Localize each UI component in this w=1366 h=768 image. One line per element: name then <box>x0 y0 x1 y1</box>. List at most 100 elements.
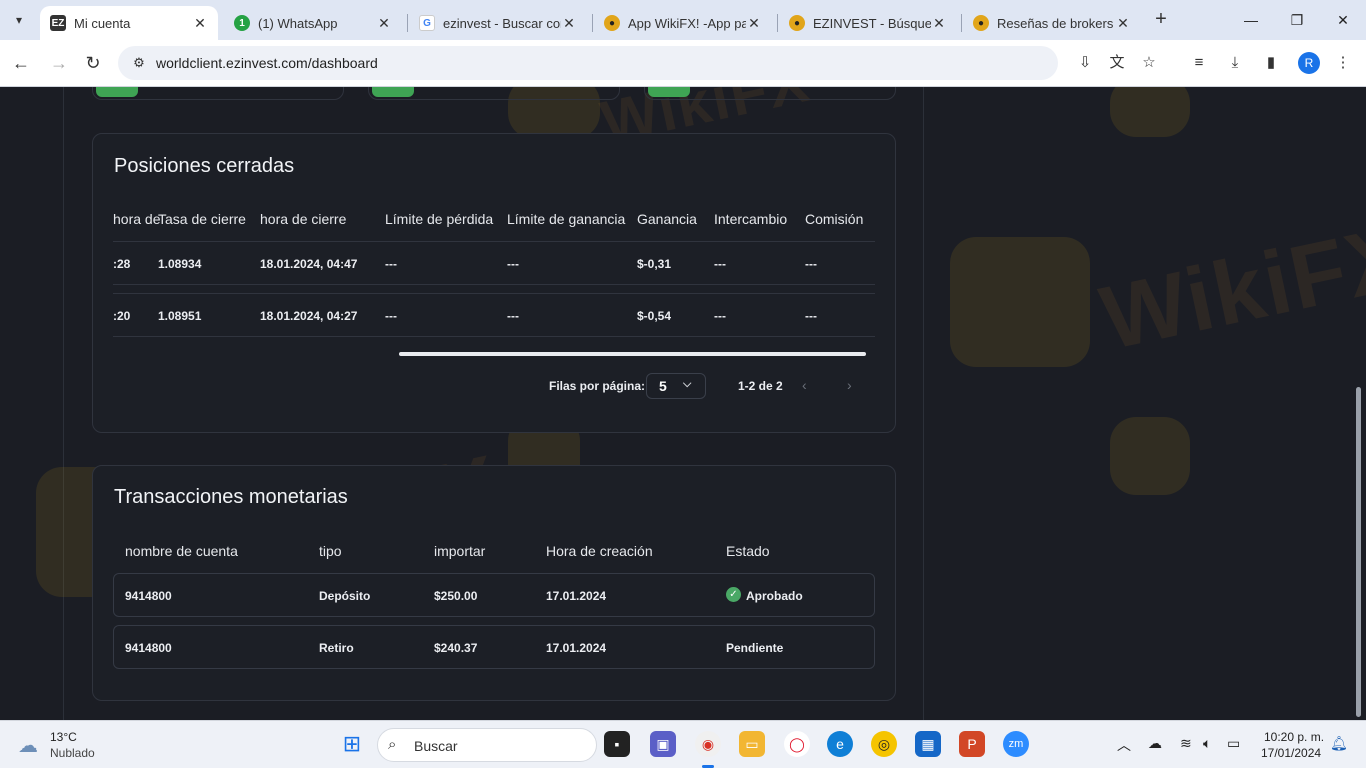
url-text[interactable]: worldclient.ezinvest.com/dashboard <box>156 55 378 71</box>
rows-per-page-label: Filas por página: <box>549 379 646 393</box>
opera-icon[interactable]: ◯ <box>784 731 810 757</box>
zoom-icon[interactable]: zm <box>1003 731 1029 757</box>
close-tab-icon[interactable]: ✕ <box>376 15 392 32</box>
column-header[interactable]: Límite de pérdida <box>385 211 493 227</box>
reload-icon[interactable]: ↻ <box>80 50 106 76</box>
back-arrow-icon[interactable]: ← <box>8 50 34 76</box>
rows-per-page-select[interactable]: 5 ⌵ <box>646 373 706 399</box>
clock-time[interactable]: 10:20 p. m. <box>1264 730 1324 744</box>
show-hidden-icons-chevron-icon[interactable]: ︿ <box>1117 735 1131 755</box>
edge-icon[interactable]: e <box>827 731 853 757</box>
bookmark-star-icon[interactable]: ☆ <box>1138 52 1160 74</box>
more-menu-icon[interactable]: ⋮ <box>1332 52 1354 74</box>
tab-google-search[interactable]: G ezinvest - Buscar con ✕ <box>409 6 587 40</box>
powerpoint-icon[interactable]: P <box>959 731 985 757</box>
forward-arrow-icon[interactable]: → <box>46 50 72 76</box>
notification-bell-icon[interactable]: 🔔︎ <box>1330 735 1348 752</box>
close-tab-icon[interactable]: ✕ <box>192 15 208 32</box>
taskbar-search-box[interactable]: ⌕ Buscar <box>377 728 597 762</box>
closed-positions-title: Posiciones cerradas <box>114 155 295 177</box>
close-time-cell: 18.01.2024, 04:47 <box>260 257 358 271</box>
row-divider <box>113 241 875 242</box>
close-tab-icon[interactable]: ✕ <box>931 15 947 32</box>
weather-temperature[interactable]: 13°C <box>50 730 77 744</box>
tab-search-menu-icon[interactable]: ▾ <box>6 8 32 32</box>
google-favicon-icon: G <box>419 15 435 31</box>
volume-icon[interactable]: 🔈︎ <box>1203 735 1211 752</box>
column-header: nombre de cuenta <box>125 543 238 559</box>
search-icon: ⌕ <box>388 736 397 753</box>
downloads-icon[interactable]: ⤓ <box>1224 52 1246 74</box>
tab-divider <box>777 14 778 32</box>
next-page-icon[interactable]: › <box>847 377 852 393</box>
open-time-cell: :20 <box>113 309 131 323</box>
teams-chat-icon[interactable]: ▣ <box>650 731 676 757</box>
amount-cell: $250.00 <box>434 589 478 603</box>
swap-cell: --- <box>714 257 726 271</box>
tab-broker-reviews[interactable]: ● Reseñas de brokers d ✕ <box>963 6 1141 40</box>
column-header[interactable]: hora de cierre <box>260 211 346 227</box>
profile-avatar[interactable]: R <box>1298 52 1320 74</box>
tab-strip: ▾ EZ Mi cuenta ✕ 1 (1) WhatsApp ✕ G ezin… <box>0 0 1366 40</box>
column-header: importar <box>434 543 486 559</box>
take-profit-cell: --- <box>507 309 519 323</box>
restore-icon[interactable]: ❐ <box>1274 6 1320 34</box>
ezinvest-favicon-icon: EZ <box>50 15 66 31</box>
type-cell: Depósito <box>319 589 371 603</box>
column-header[interactable]: Ganancia <box>637 211 697 227</box>
site-settings-icon[interactable]: ⚙ <box>130 54 148 72</box>
row-divider <box>113 284 875 285</box>
onedrive-cloud-icon[interactable]: ☁ <box>1148 735 1162 752</box>
browser-toolbar: ← → ↻ ⚙ worldclient.ezinvest.com/dashboa… <box>0 40 1366 87</box>
windows-taskbar: ☁ 13°C Nublado ⊞ ⌕ Buscar ▪ ▣ ◉ ▭ ◯ e ◎ … <box>0 720 1366 768</box>
tab-mi-cuenta[interactable]: EZ Mi cuenta ✕ <box>40 6 218 40</box>
task-view-icon[interactable]: ▪ <box>604 731 630 757</box>
battery-icon[interactable]: ▭ <box>1227 735 1240 752</box>
left-divider <box>63 87 64 720</box>
summary-chip <box>96 87 138 97</box>
previous-page-icon[interactable]: ‹ <box>802 377 807 393</box>
chrome-canary-icon[interactable]: ◎ <box>871 731 897 757</box>
translate-icon[interactable]: 文 <box>1106 52 1128 74</box>
created-cell: 17.01.2024 <box>546 641 607 655</box>
close-time-cell: 18.01.2024, 04:27 <box>260 309 358 323</box>
rows-per-page-value: 5 <box>659 378 667 394</box>
tab-title: EZINVEST - Búsqueda <box>813 15 931 31</box>
column-header[interactable]: Tasa de cierre <box>158 211 246 227</box>
address-bar[interactable]: ⚙ worldclient.ezinvest.com/dashboard <box>118 46 1058 80</box>
wifi-icon[interactable]: ≋ <box>1180 735 1192 752</box>
column-header[interactable]: hora de <box>113 211 160 227</box>
chrome-icon[interactable]: ◉ <box>695 731 721 757</box>
microsoft-store-icon[interactable]: ▦ <box>915 731 941 757</box>
media-queue-icon[interactable]: ≡ <box>1188 52 1210 74</box>
tab-wikifx-app[interactable]: ● App WikiFX! -App pa ✕ <box>594 6 772 40</box>
tab-divider <box>961 14 962 32</box>
column-header: Estado <box>726 543 770 559</box>
side-panel-icon[interactable]: ▮ <box>1260 52 1282 74</box>
file-explorer-icon[interactable]: ▭ <box>739 731 765 757</box>
cloud-icon[interactable]: ☁ <box>18 733 38 758</box>
weather-description[interactable]: Nublado <box>50 746 95 760</box>
close-tab-icon[interactable]: ✕ <box>1115 15 1131 32</box>
close-tab-icon[interactable]: ✕ <box>746 15 762 32</box>
table-horizontal-scrollbar[interactable] <box>399 352 866 356</box>
tab-whatsapp[interactable]: 1 (1) WhatsApp ✕ <box>224 6 402 40</box>
new-tab-plus-icon[interactable]: + <box>1150 8 1172 32</box>
install-app-icon[interactable]: ⇩ <box>1074 52 1096 74</box>
column-header[interactable]: Límite de ganancia <box>507 211 625 227</box>
status-cell: Aprobado <box>746 589 803 603</box>
clock-date[interactable]: 17/01/2024 <box>1261 746 1321 760</box>
minimize-icon[interactable]: — <box>1228 6 1274 34</box>
amount-cell: $240.37 <box>434 641 478 655</box>
column-header[interactable]: Comisión <box>805 211 863 227</box>
page-scrollbar[interactable] <box>1356 387 1361 717</box>
window-close-icon[interactable]: ✕ <box>1320 6 1366 34</box>
swap-cell: --- <box>714 309 726 323</box>
tab-title: Mi cuenta <box>74 15 131 31</box>
windows-start-icon[interactable]: ⊞ <box>339 731 365 757</box>
chevron-down-icon: ⌵ <box>683 378 692 390</box>
close-tab-icon[interactable]: ✕ <box>561 15 577 32</box>
summary-chip <box>372 87 414 97</box>
column-header[interactable]: Intercambio <box>714 211 787 227</box>
tab-ezinvest-search[interactable]: ● EZINVEST - Búsqueda ✕ <box>779 6 957 40</box>
